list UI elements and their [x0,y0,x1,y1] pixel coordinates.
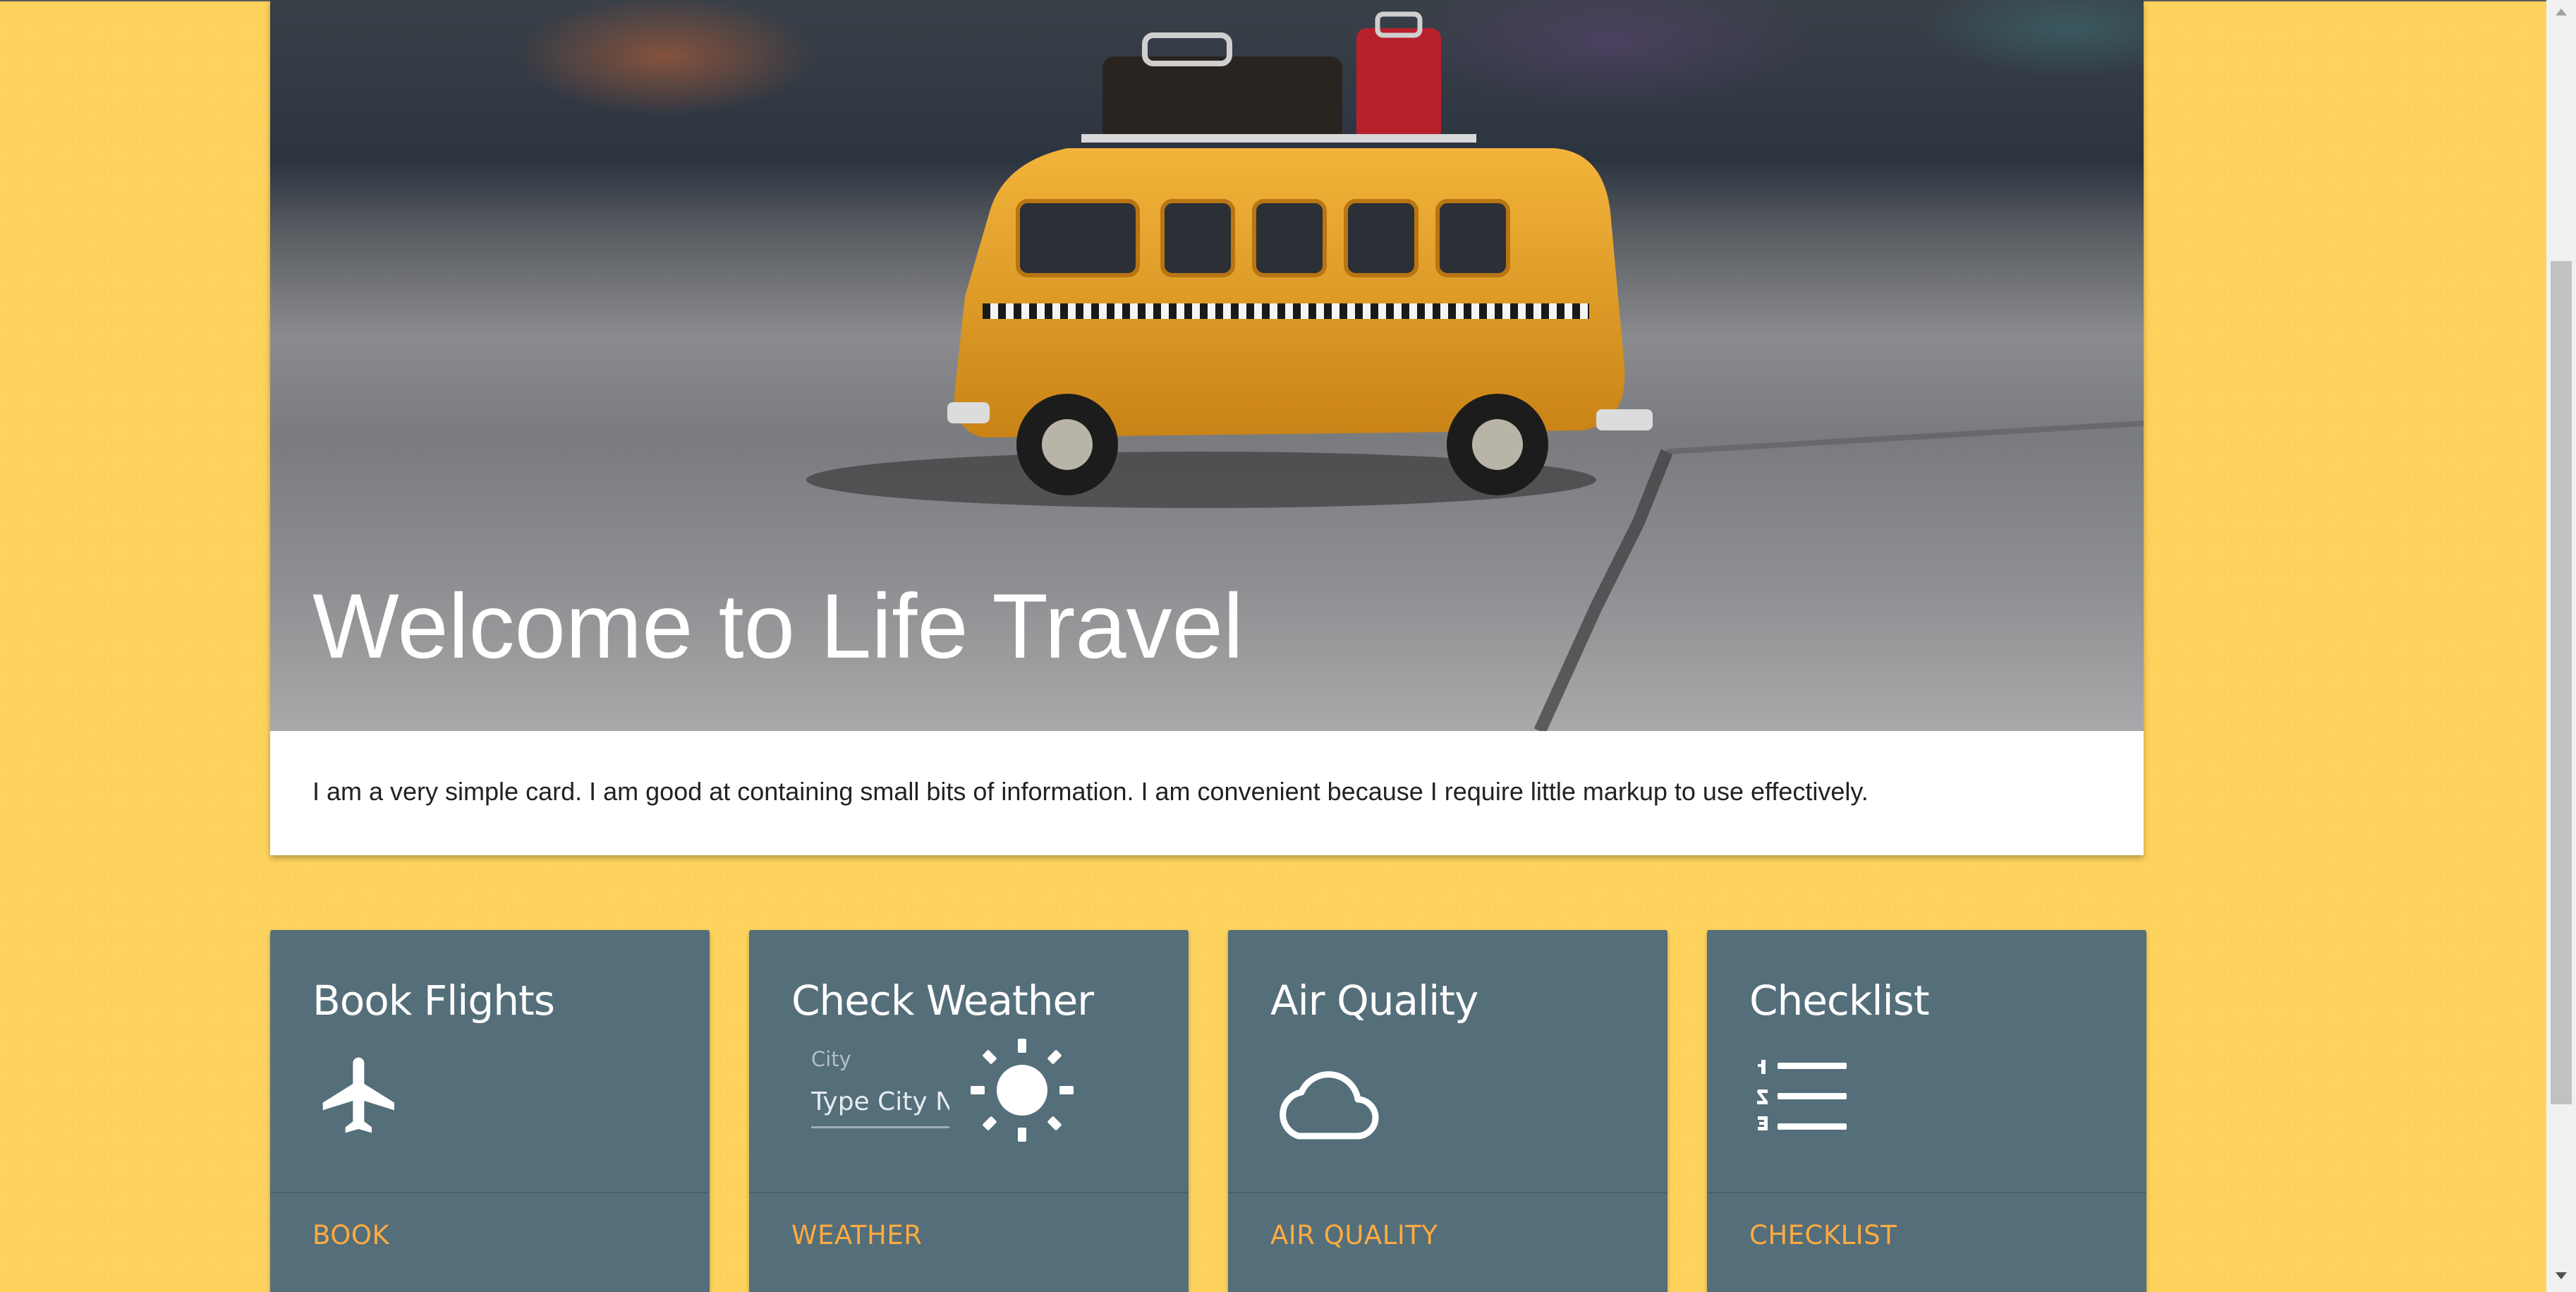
checklist-link[interactable]: CHECKLIST [1749,1220,1897,1250]
card-action-bar: BOOK [270,1192,710,1292]
weather-link[interactable]: WEATHER [791,1220,922,1250]
sun-icon [969,1037,1075,1147]
card-book-flights: Book Flights BOOK [270,930,710,1292]
scroll-up-arrow-icon[interactable] [2546,0,2576,28]
airplane-icon [315,1050,406,1144]
card-checklist: Checklist CHECKLIST [1707,930,2146,1292]
numbered-list-icon [1756,1058,1848,1140]
card-title: Check Weather [791,977,1094,1025]
card-action-bar: CHECKLIST [1707,1192,2146,1292]
hero-card: Welcome to Life Travel I am a very simpl… [270,0,2144,855]
scrollbar-thumb[interactable] [2551,261,2572,1104]
card-title: Checklist [1749,977,1930,1025]
hero-image: Welcome to Life Travel [270,0,2144,731]
hero-card-content: I am a very simple card. I am good at co… [270,731,2144,855]
card-action-bar: AIR QUALITY [1228,1192,1667,1292]
hero-title: Welcome to Life Travel [312,574,1244,677]
card-action-bar: WEATHER [749,1192,1189,1292]
card-check-weather: Check Weather City WEATHER [749,930,1189,1292]
book-link[interactable]: BOOK [312,1220,389,1250]
scroll-down-arrow-icon[interactable] [2546,1264,2576,1292]
city-input[interactable] [811,1077,949,1128]
cloud-icon [1270,1065,1380,1147]
card-air-quality: Air Quality AIR QUALITY [1228,930,1667,1292]
vertical-scrollbar[interactable] [2546,0,2576,1292]
air-quality-link[interactable]: AIR QUALITY [1270,1220,1438,1250]
card-title: Air Quality [1270,977,1478,1025]
hero-description: I am a very simple card. I am good at co… [312,777,1869,806]
city-input-label: City [811,1047,851,1071]
card-title: Book Flights [312,977,555,1025]
